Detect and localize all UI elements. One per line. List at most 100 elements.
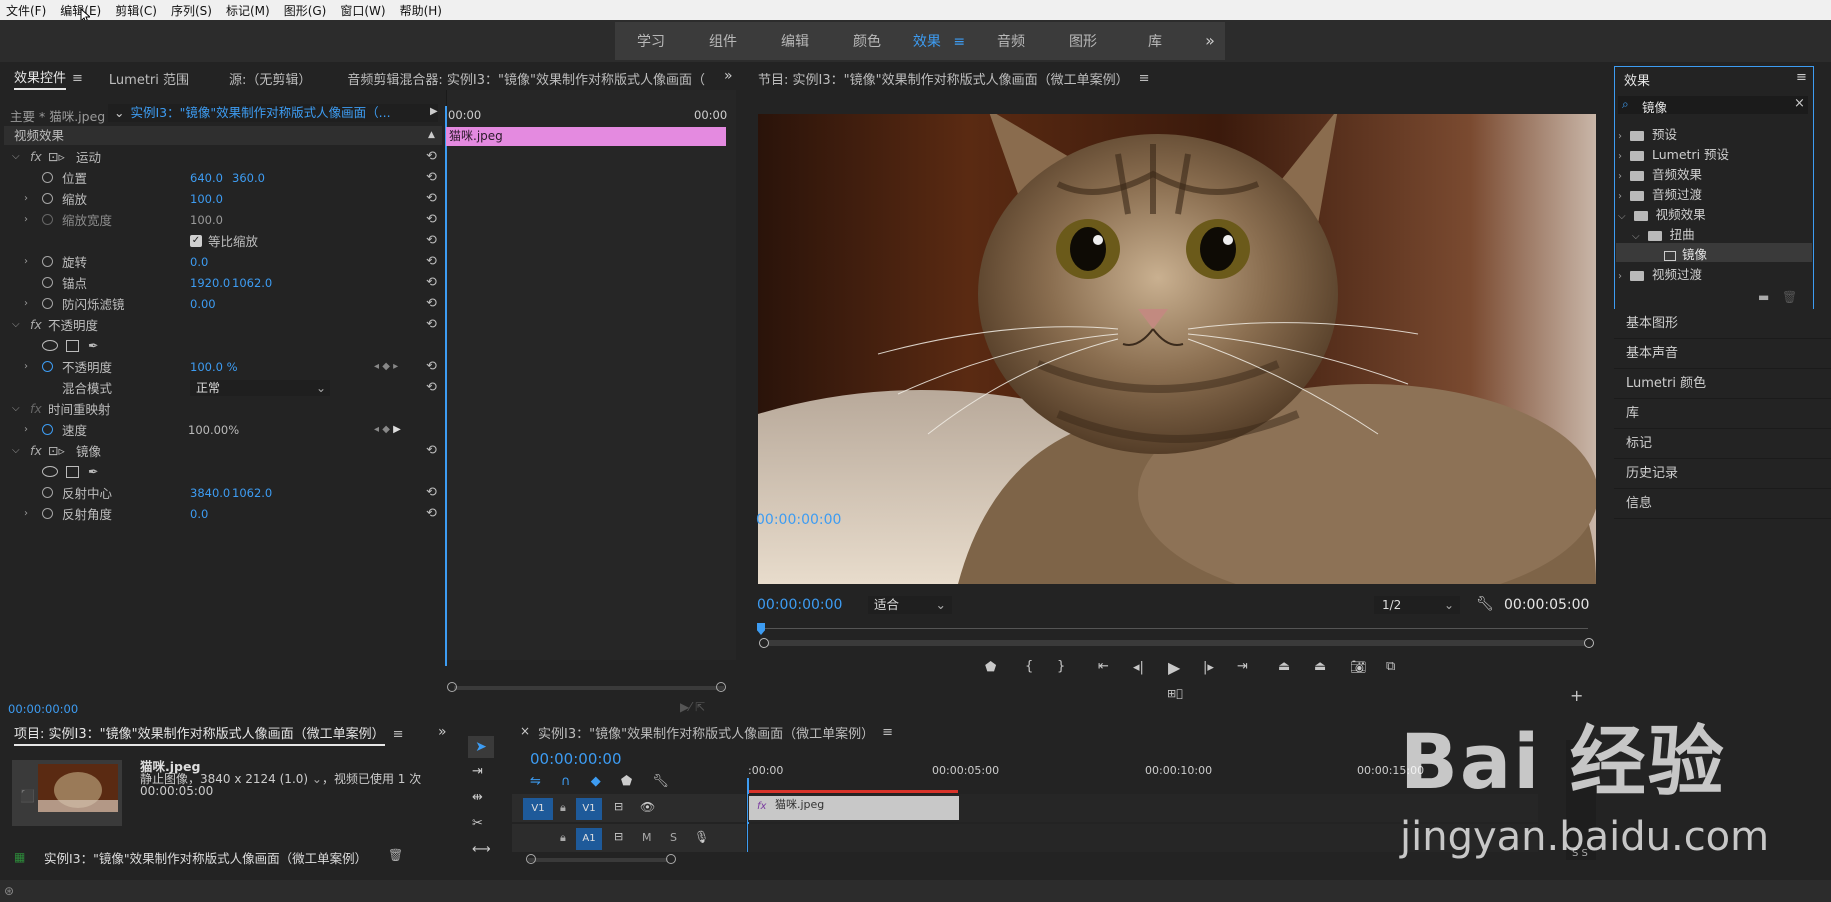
reset-icon[interactable]: ⟲ (426, 380, 437, 395)
effects-panel-menu-icon[interactable]: ≡ (1796, 70, 1807, 85)
antiflicker-value[interactable]: 0.00 (190, 297, 216, 311)
track-zoom-bar[interactable] (528, 858, 668, 862)
export-frame-icons[interactable]: ▶⁄ ⇱ (680, 700, 705, 714)
tree-item-distort[interactable]: ⌵ 扭曲 (1632, 224, 1695, 244)
effect-controls-timecode[interactable]: 00:00:00:00 (8, 702, 78, 716)
chevron-right-icon[interactable]: › (24, 508, 28, 519)
step-back-icon[interactable]: ◂| (1133, 660, 1144, 675)
reflect-angle-value[interactable]: 0.0 (190, 507, 208, 521)
timeline-clip[interactable]: fx 猫咪.jpeg (749, 796, 959, 820)
uniform-scale-checkbox[interactable]: ✓ (190, 234, 202, 247)
chevron-right-icon[interactable]: › (24, 214, 28, 225)
panel-menu-icon[interactable]: ≡ (72, 71, 83, 86)
project-panel-title[interactable]: 项目: 实例I3："镜像"效果制作对称版式人像画面（微工单案例） ≡ (14, 722, 403, 746)
mark-in-icon[interactable]: { (1025, 659, 1033, 674)
comparison-view-icon[interactable]: ⧉ (1386, 659, 1395, 674)
rectangle-mask-icon[interactable] (66, 339, 79, 352)
stopwatch-icon[interactable] (42, 172, 53, 183)
resolution-dropdown[interactable]: 1/2 ⌄ (1374, 596, 1460, 614)
reset-icon[interactable]: ⟲ (426, 485, 437, 500)
delete-icon[interactable]: 🗑︎ (1782, 290, 1797, 304)
position-y-value[interactable]: 360.0 (232, 171, 265, 185)
workspace-audio[interactable]: 音频 (975, 31, 1047, 51)
reset-icon[interactable]: ⟲ (426, 254, 437, 269)
chevron-down-icon[interactable]: ⌵ (12, 445, 20, 456)
track-zoom-handle-left[interactable] (526, 854, 536, 864)
menu-window[interactable]: 窗口(W) (340, 2, 385, 19)
chevron-right-icon[interactable]: › (24, 298, 28, 309)
add-marker-icon[interactable]: ◆ (591, 774, 601, 789)
opacity-value[interactable]: 100.0 % (190, 360, 238, 374)
workspace-color[interactable]: 颜色 (831, 31, 903, 51)
chevron-down-icon[interactable]: ⌵ (12, 151, 20, 162)
ripple-edit-tool-icon[interactable]: ⇹ (472, 790, 483, 805)
workspace-learn[interactable]: 学习 (615, 31, 687, 51)
clear-search-icon[interactable]: × (1794, 96, 1805, 111)
work-area-bar[interactable] (748, 790, 958, 793)
menu-graphics[interactable]: 图形(G) (284, 2, 327, 19)
workspace-libraries[interactable]: 库 (1119, 31, 1191, 51)
pen-mask-icon[interactable]: ✒ (88, 464, 98, 479)
chevron-right-icon[interactable]: › (24, 256, 28, 267)
keyframe-nav-icon[interactable]: ◂ ◆ ▸ (374, 361, 398, 372)
track-a1-target[interactable]: A1 (576, 828, 602, 850)
stopwatch-icon[interactable] (42, 487, 53, 498)
tree-item-presets[interactable]: › 预设 (1618, 124, 1677, 144)
sync-lock-icon[interactable]: ⊟ (614, 830, 623, 843)
fx-icon[interactable]: fx (30, 149, 42, 164)
reset-icon[interactable]: ⟲ (426, 233, 437, 248)
snap-icon[interactable]: ⇋ (530, 774, 541, 789)
collapse-icon[interactable]: ▲ (428, 126, 435, 145)
timeline-timecode[interactable]: 00:00:00:00 (530, 750, 622, 768)
reset-icon[interactable]: ⟲ (426, 212, 437, 227)
clip-bar[interactable]: 猫咪.jpeg (446, 127, 726, 146)
tree-item-video-effects[interactable]: ⌵ 视频效果 (1618, 204, 1706, 224)
new-bin-icon[interactable]: ▬ (1758, 290, 1769, 304)
fx-icon[interactable]: fx (30, 443, 42, 458)
reset-icon[interactable]: ⟲ (426, 191, 437, 206)
keyframe-nav-icon[interactable]: ◂ ◆ ▶ (374, 424, 401, 435)
transform-icon[interactable]: ⊡▹ (48, 149, 65, 164)
play-clip-icon[interactable]: ▶ (430, 106, 438, 117)
chevron-right-icon[interactable]: › (24, 424, 28, 435)
panel-more-button[interactable]: » (724, 68, 733, 84)
tab-source[interactable]: 源:（无剪辑） (229, 69, 311, 88)
zoom-scrollbar[interactable] (454, 686, 724, 690)
project-footer-sequence[interactable]: 实例I3："镜像"效果制作对称版式人像画面（微工单案例） (44, 848, 367, 867)
reset-icon[interactable]: ⟲ (426, 296, 437, 311)
chevron-right-icon[interactable]: › (24, 193, 28, 204)
settings-wrench-icon[interactable]: 🔧︎ (1476, 596, 1494, 612)
rectangle-mask-icon[interactable] (66, 465, 79, 478)
eye-icon[interactable]: 👁︎ (640, 800, 655, 814)
position-x-value[interactable]: 640.0 (190, 171, 223, 185)
effects-search-input[interactable]: 镜像 (1642, 97, 1667, 116)
reset-icon[interactable]: ⟲ (426, 506, 437, 521)
ellipse-mask-icon[interactable] (42, 340, 58, 351)
mark-out-icon[interactable]: } (1057, 659, 1065, 674)
stopwatch-icon[interactable] (42, 361, 53, 372)
scale-value[interactable]: 100.0 (190, 192, 223, 206)
lift-icon[interactable]: ⏏ (1278, 659, 1290, 674)
tree-item-audio-transitions[interactable]: › 音频过渡 (1618, 184, 1702, 204)
blend-mode-dropdown[interactable]: 正常 ⌄ (190, 379, 330, 396)
transform-icon[interactable]: ⊡▹ (48, 443, 65, 458)
chevron-right-icon[interactable]: › (24, 361, 28, 372)
time-remap-row[interactable]: ⌵ fx 时间重映射 (4, 398, 444, 419)
opacity-group-row[interactable]: ⌵ fx 不透明度 ⟲ (4, 314, 444, 335)
sync-lock-icon[interactable]: ⊟ (614, 800, 623, 813)
marker-icon[interactable]: ⬟ (621, 774, 632, 789)
panel-history[interactable]: 历史记录 (1614, 459, 1831, 489)
program-monitor-title[interactable]: 节目: 实例I3："镜像"效果制作对称版式人像画面（微工单案例） ≡ (758, 66, 1149, 90)
tree-item-video-transitions[interactable]: › 视频过渡 (1618, 264, 1702, 284)
panel-markers[interactable]: 标记 (1614, 429, 1831, 459)
project-list-view-icon[interactable]: ▦ (14, 850, 25, 864)
anchor-y-value[interactable]: 1062.0 (232, 276, 272, 290)
reset-icon[interactable]: ⟲ (426, 170, 437, 185)
anchor-x-value[interactable]: 1920.0 (190, 276, 230, 290)
panel-info[interactable]: 信息 (1614, 489, 1831, 519)
rotation-value[interactable]: 0.0 (190, 255, 208, 269)
workspace-graphics[interactable]: 图形 (1047, 31, 1119, 51)
track-zoom-handle-right[interactable] (666, 854, 676, 864)
lock-icon[interactable]: 🔒︎ (560, 831, 566, 845)
reflect-center-y-value[interactable]: 1062.0 (232, 486, 272, 500)
